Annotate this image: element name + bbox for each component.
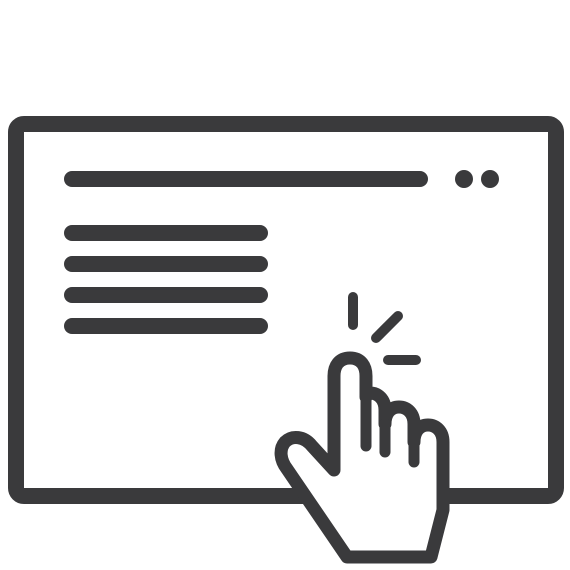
web-page-click-icon [0, 0, 570, 570]
text-lines [64, 225, 268, 334]
window-dot-1 [455, 170, 473, 188]
window-dots [455, 170, 499, 188]
click-burst-icon [348, 292, 421, 365]
pointing-hand-icon [274, 351, 450, 564]
illustration-canvas [8, 116, 564, 564]
window-dot-2 [481, 170, 499, 188]
burst-line-diagonal [371, 311, 403, 343]
